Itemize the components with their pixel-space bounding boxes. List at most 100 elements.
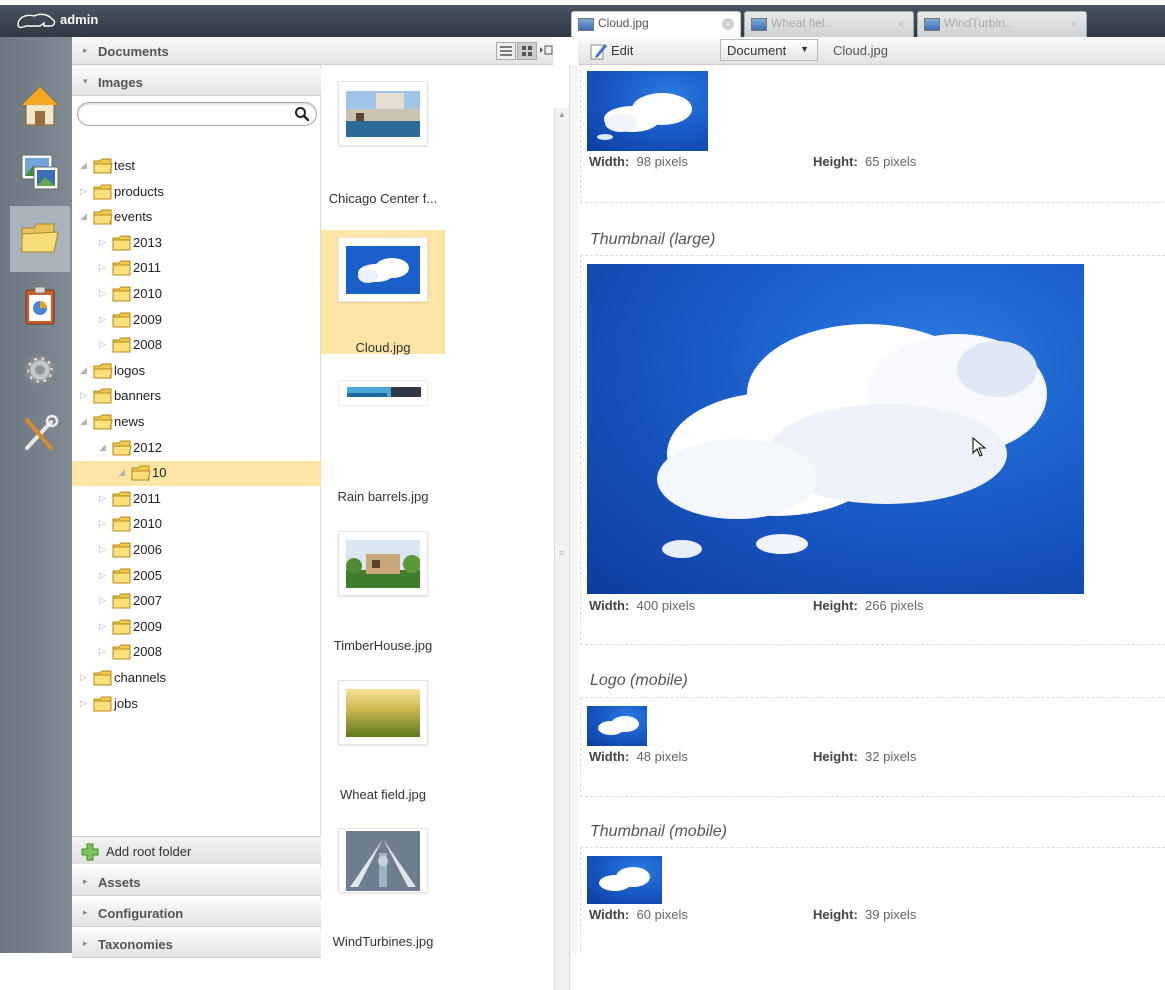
section-images[interactable]: ▾ Images bbox=[72, 68, 321, 96]
editor-toolbar: Edit Document ▼ Cloud.jpg bbox=[578, 37, 1165, 65]
timber-house-image bbox=[346, 539, 420, 588]
collapse-toggle-icon[interactable]: ◢ bbox=[80, 365, 90, 377]
tree-item[interactable]: ◢ test bbox=[72, 154, 321, 179]
list-scrollbar[interactable]: ▲ ≡ bbox=[554, 108, 570, 990]
scroll-up-icon[interactable]: ▲ bbox=[558, 110, 566, 119]
tree-item-label: 2005 bbox=[133, 567, 162, 583]
list-item[interactable]: TimberHouse.jpg bbox=[321, 524, 445, 653]
tree-item-label: test bbox=[114, 158, 135, 173]
collapse-panel-button[interactable] bbox=[538, 42, 554, 60]
tree-item-label: banners bbox=[114, 388, 161, 404]
height-value: 32 pixels bbox=[865, 749, 917, 764]
tree-item[interactable]: ◢ news bbox=[72, 410, 321, 435]
collapse-toggle-icon[interactable]: ◢ bbox=[118, 467, 128, 479]
tools-icon bbox=[25, 414, 59, 450]
edit-button[interactable]: Edit bbox=[582, 39, 640, 62]
expand-toggle-icon[interactable]: ▷ bbox=[99, 314, 109, 326]
wheat-field-image bbox=[346, 688, 420, 737]
tab-wind-turbines[interactable]: WindTurbin.. × bbox=[917, 11, 1087, 37]
expand-toggle-icon[interactable]: ▷ bbox=[80, 390, 90, 402]
list-item[interactable]: WindTurbines.jpg bbox=[321, 821, 445, 949]
expand-toggle-icon[interactable]: ▷ bbox=[99, 621, 109, 633]
section-assets[interactable]: ▸ Assets bbox=[72, 868, 321, 896]
variant-image bbox=[587, 264, 1084, 594]
tree-item[interactable]: ◢ 10 bbox=[72, 461, 321, 487]
tree-item[interactable]: ▷ 2010 bbox=[72, 282, 321, 307]
expand-toggle-icon[interactable]: ▷ bbox=[99, 595, 109, 607]
tree-item[interactable]: ▷ products bbox=[72, 180, 321, 205]
list-item[interactable]: Wheat field.jpg bbox=[321, 673, 445, 802]
chevron-right-icon: ▸ bbox=[83, 45, 88, 55]
add-root-folder-label: Add root folder bbox=[106, 844, 192, 859]
tree-item[interactable]: ◢ logos bbox=[72, 359, 321, 384]
section-documents[interactable]: ▸ Documents bbox=[72, 37, 321, 65]
list-item[interactable]: Chicago Center f... bbox=[321, 74, 445, 206]
tab-label: Cloud.jpg bbox=[598, 16, 649, 30]
tree-item[interactable]: ▷ 2006 bbox=[72, 538, 321, 563]
tree-item[interactable]: ▷ 2008 bbox=[72, 640, 321, 665]
tree-item[interactable]: ▷ 2010 bbox=[72, 512, 321, 537]
list-view-button[interactable] bbox=[496, 42, 516, 60]
close-icon[interactable]: × bbox=[722, 18, 734, 30]
tree-item[interactable]: ▷ 2009 bbox=[72, 615, 321, 640]
section-taxonomies[interactable]: ▸ Taxonomies bbox=[72, 930, 321, 958]
tab-cloud[interactable]: Cloud.jpg × bbox=[571, 11, 741, 37]
folder-icon bbox=[112, 312, 131, 328]
images-button[interactable] bbox=[12, 139, 68, 205]
expand-toggle-icon[interactable]: ▷ bbox=[99, 339, 109, 351]
tree-item[interactable]: ◢ 2012 bbox=[72, 436, 321, 461]
section-label: Taxonomies bbox=[98, 937, 173, 952]
tree-item[interactable]: ◢ events bbox=[72, 205, 321, 230]
collapse-toggle-icon[interactable]: ◢ bbox=[99, 442, 109, 454]
collapse-toggle-icon[interactable]: ◢ bbox=[80, 416, 90, 428]
expand-toggle-icon[interactable]: ▷ bbox=[80, 186, 90, 198]
tree-item[interactable]: ▷ 2007 bbox=[72, 589, 321, 614]
home-button[interactable] bbox=[12, 73, 68, 139]
tree-item[interactable]: ▷ 2011 bbox=[72, 256, 321, 281]
search-box[interactable] bbox=[77, 102, 317, 126]
thumbnail-view-button[interactable] bbox=[517, 42, 537, 60]
tree-item[interactable]: ▷ 2008 bbox=[72, 333, 321, 358]
folder-icon bbox=[93, 388, 112, 404]
expand-toggle-icon[interactable]: ▷ bbox=[99, 570, 109, 582]
folder-icon bbox=[112, 440, 132, 456]
section-configuration[interactable]: ▸ Configuration bbox=[72, 899, 321, 927]
tree-item[interactable]: ▷ 2005 bbox=[72, 564, 321, 589]
add-root-folder-button[interactable]: Add root folder bbox=[72, 836, 321, 864]
search-icon[interactable] bbox=[294, 106, 310, 122]
tree-item-label: 2011 bbox=[133, 260, 161, 276]
reports-button[interactable] bbox=[12, 273, 68, 339]
tree-item[interactable]: ▷ 2013 bbox=[72, 231, 321, 256]
expand-toggle-icon[interactable]: ▷ bbox=[99, 288, 109, 300]
close-icon[interactable]: × bbox=[895, 18, 907, 30]
list-item[interactable]: Rain barrels.jpg bbox=[321, 377, 445, 504]
thumbnail bbox=[338, 237, 428, 302]
tree-item[interactable]: ▷ 2009 bbox=[72, 308, 321, 333]
expand-toggle-icon[interactable]: ▷ bbox=[99, 544, 109, 556]
documents-button[interactable] bbox=[10, 206, 70, 272]
tree-item[interactable]: ▷ jobs bbox=[72, 692, 321, 717]
expand-toggle-icon[interactable]: ▷ bbox=[99, 493, 109, 505]
collapse-toggle-icon[interactable]: ◢ bbox=[80, 211, 90, 223]
expand-toggle-icon[interactable]: ▷ bbox=[80, 672, 90, 684]
tab-wheat-field[interactable]: Wheat fiel.. × bbox=[744, 11, 914, 37]
collapse-toggle-icon[interactable]: ◢ bbox=[80, 160, 90, 172]
document-type-select[interactable]: Document ▼ bbox=[720, 39, 818, 61]
list-item[interactable]: Cloud.jpg bbox=[321, 230, 445, 355]
expand-toggle-icon[interactable]: ▷ bbox=[99, 262, 109, 274]
search-input[interactable] bbox=[88, 106, 288, 122]
admin-tools-button[interactable] bbox=[12, 401, 68, 467]
panel-splitter[interactable] bbox=[569, 65, 578, 953]
expand-toggle-icon[interactable]: ▷ bbox=[99, 646, 109, 658]
close-icon[interactable]: × bbox=[1068, 18, 1080, 30]
tree-item[interactable]: ▷ banners bbox=[72, 384, 321, 409]
user-name[interactable]: admin bbox=[60, 12, 98, 27]
settings-button[interactable] bbox=[12, 337, 68, 403]
folder-icon bbox=[93, 184, 112, 200]
expand-toggle-icon[interactable]: ▷ bbox=[99, 518, 109, 530]
images-icon bbox=[21, 154, 59, 190]
tree-item[interactable]: ▷ channels bbox=[72, 666, 321, 691]
tree-item[interactable]: ▷ 2011 bbox=[72, 487, 321, 512]
expand-toggle-icon[interactable]: ▷ bbox=[99, 237, 109, 249]
expand-toggle-icon[interactable]: ▷ bbox=[80, 698, 90, 710]
